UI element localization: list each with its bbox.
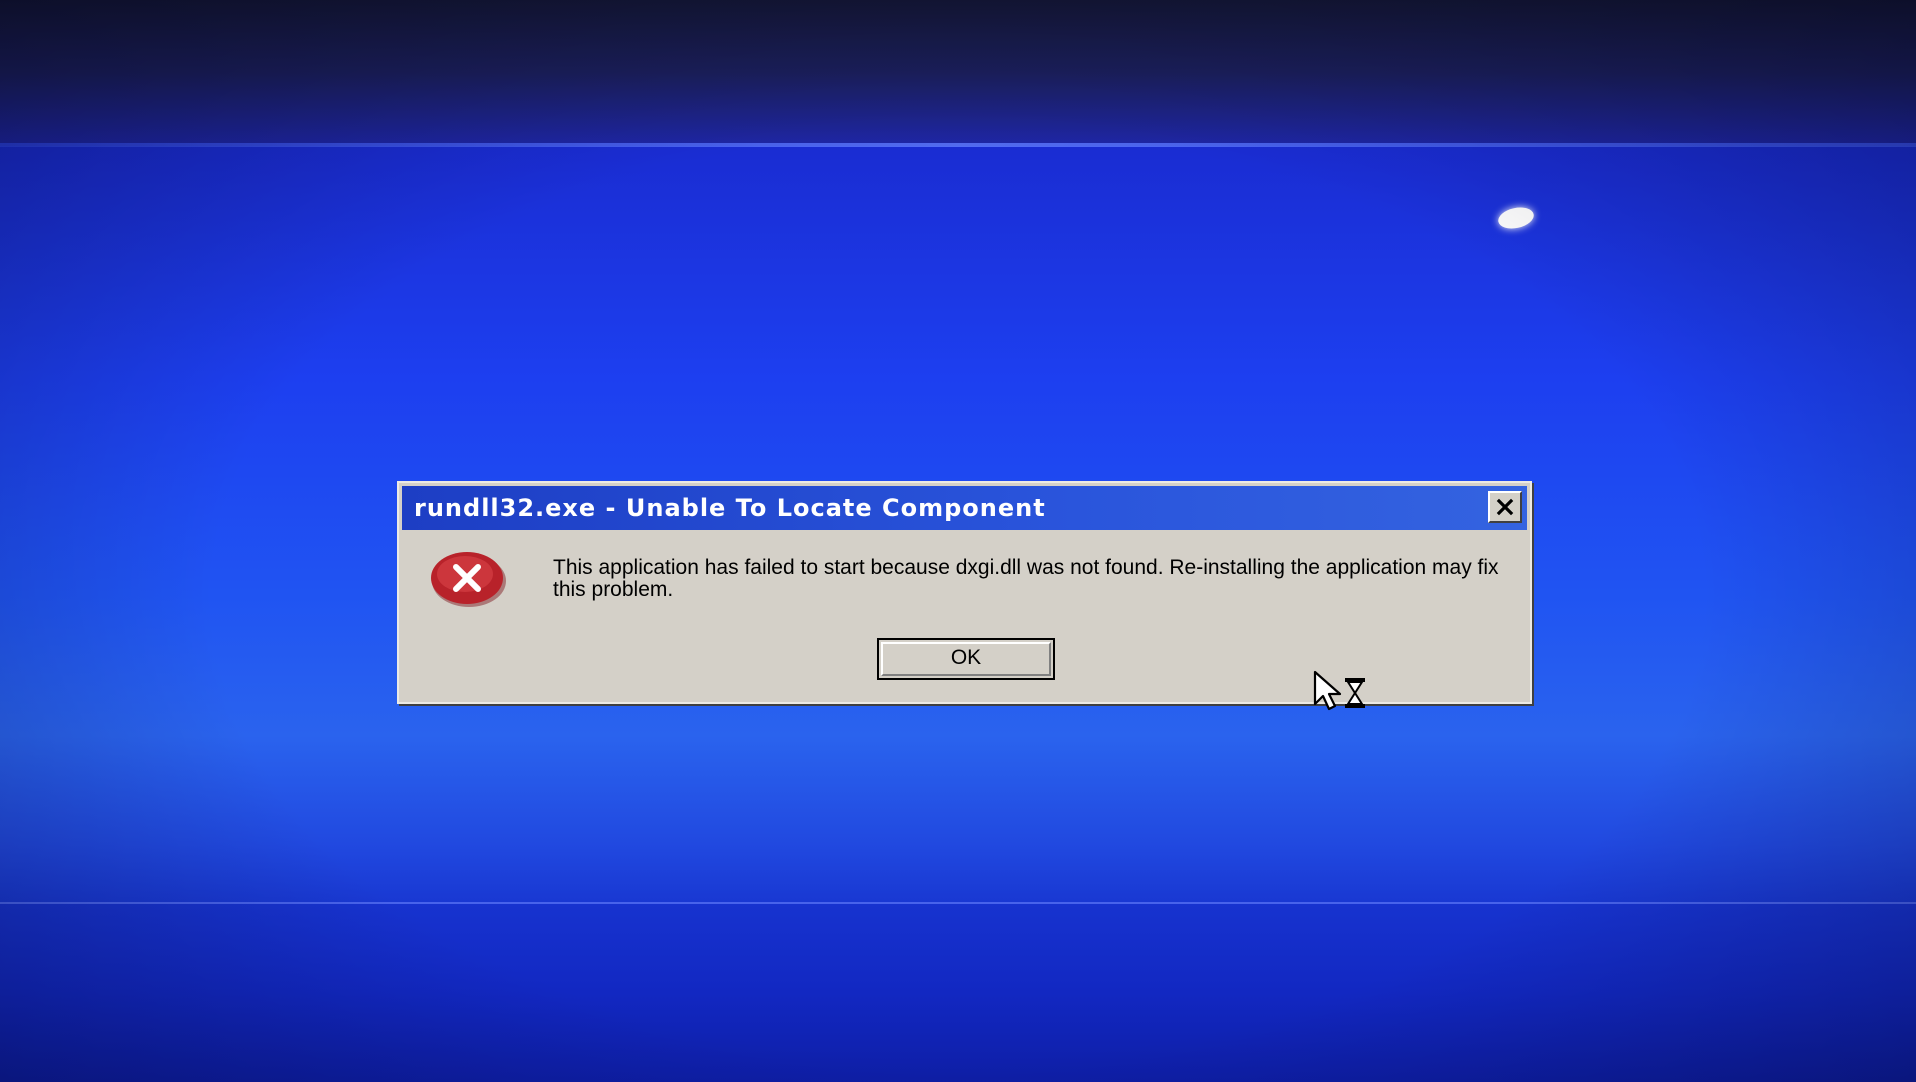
- error-message: This application has failed to start bec…: [553, 556, 1499, 601]
- busy-cursor-icon: [1313, 670, 1365, 711]
- close-button[interactable]: [1488, 491, 1522, 523]
- monitor-screen: rundll32.exe - Unable To Locate Componen…: [0, 0, 1916, 1082]
- close-icon: [1496, 498, 1514, 516]
- ok-button-label: OK: [950, 646, 982, 669]
- screen-bottom-band: [0, 904, 1916, 1082]
- screen-top-band: [0, 0, 1916, 146]
- ok-button[interactable]: OK: [877, 638, 1055, 680]
- dialog-titlebar[interactable]: rundll32.exe - Unable To Locate Componen…: [402, 486, 1527, 530]
- screen-top-edge: [0, 143, 1916, 147]
- error-icon: [431, 552, 506, 607]
- dialog-title: rundll32.exe - Unable To Locate Componen…: [414, 494, 1046, 522]
- screen-glare: [1496, 204, 1536, 232]
